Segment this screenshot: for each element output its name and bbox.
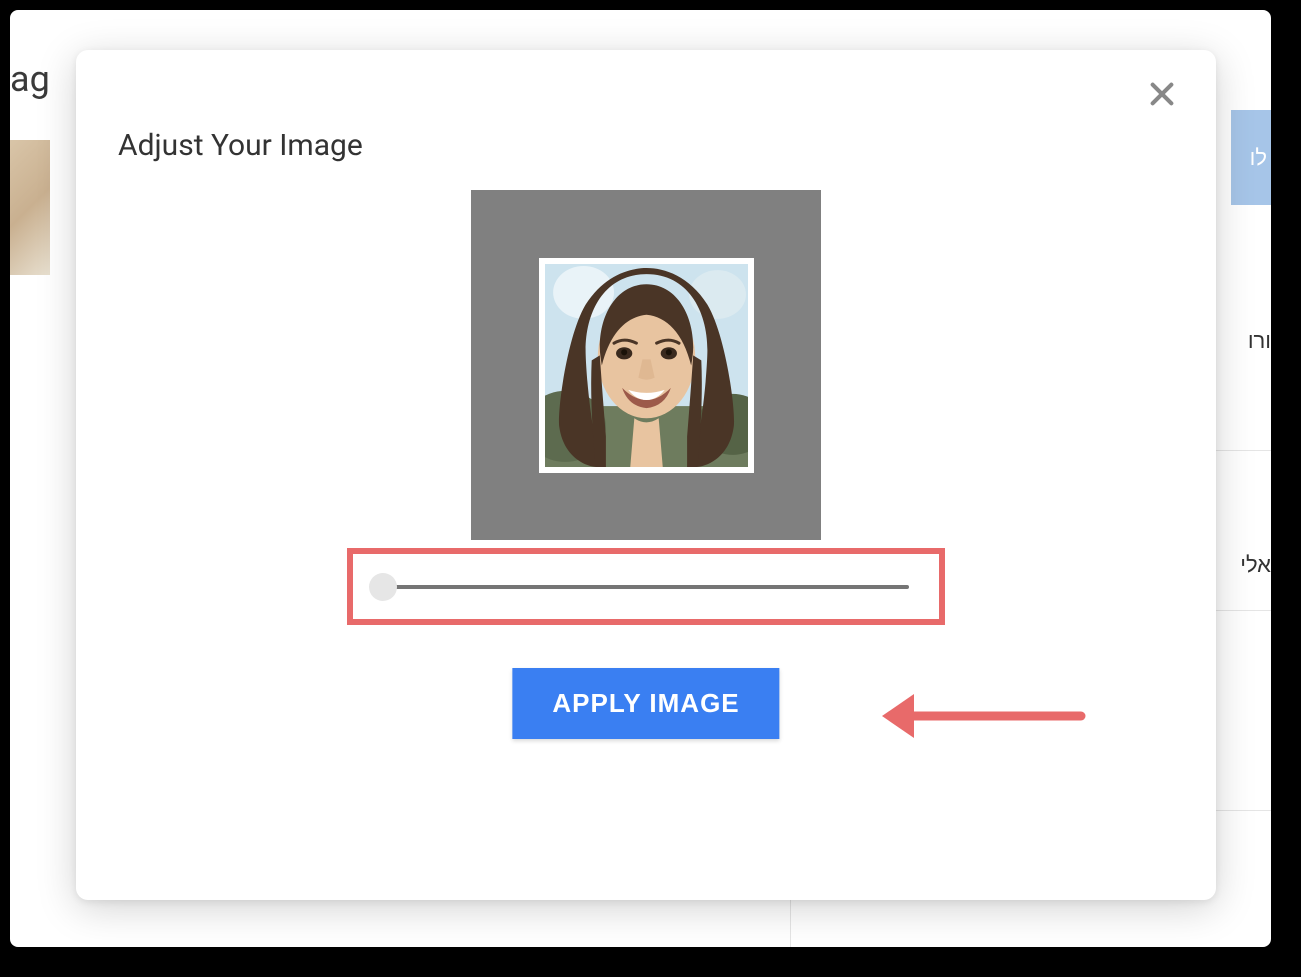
bg-tab-fragment: לו xyxy=(1231,110,1271,205)
bg-separator xyxy=(1216,810,1271,811)
close-icon xyxy=(1148,80,1176,108)
bg-avatar-fragment xyxy=(10,140,50,275)
image-crop-area[interactable] xyxy=(471,190,821,540)
bg-separator xyxy=(1216,610,1271,611)
bg-separator xyxy=(1216,450,1271,451)
annotation-arrow-icon xyxy=(876,686,1086,746)
modal-title: Adjust Your Image xyxy=(118,128,363,163)
zoom-slider-thumb[interactable] xyxy=(369,573,397,601)
bg-label-fragment-1: ורו xyxy=(1248,328,1271,354)
bg-heading-fragment: ag xyxy=(10,58,50,100)
bg-label-fragment-2: אלי xyxy=(1240,552,1271,578)
apply-image-button[interactable]: APPLY IMAGE xyxy=(512,668,779,739)
zoom-slider[interactable] xyxy=(383,585,909,589)
user-image-preview[interactable] xyxy=(545,264,748,467)
page-backdrop: ag לו ורו אלי Adjust Your Image xyxy=(10,10,1271,947)
image-crop-frame xyxy=(539,258,754,473)
adjust-image-modal: Adjust Your Image xyxy=(76,50,1216,900)
zoom-slider-highlight xyxy=(347,548,945,625)
close-button[interactable] xyxy=(1148,80,1176,108)
